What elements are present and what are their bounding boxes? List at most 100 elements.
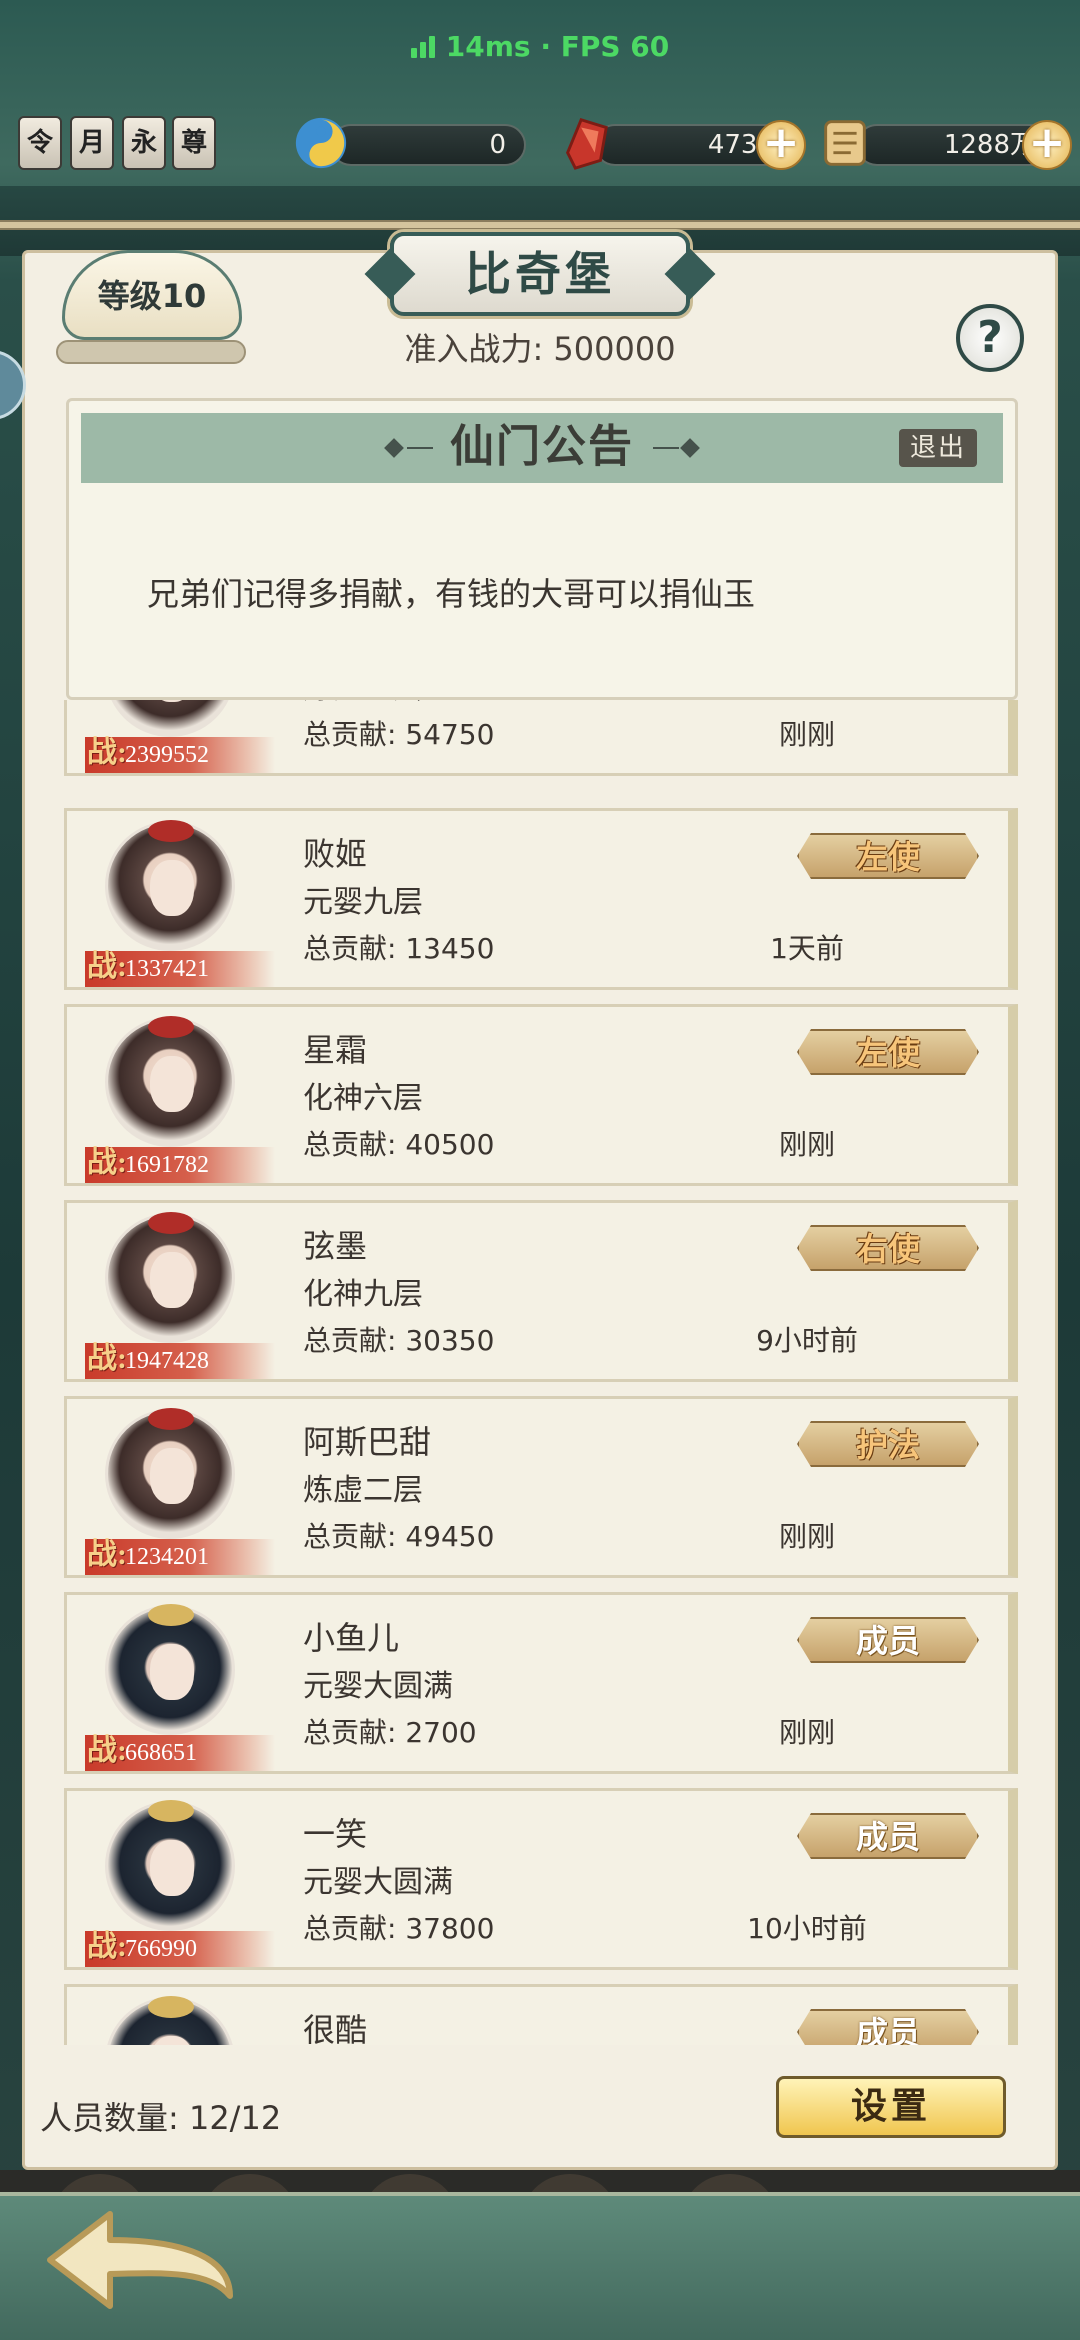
guild-level-text: 等级10 (97, 277, 207, 315)
resource-orb-text: 0 (489, 130, 506, 160)
guild-title-text: 比奇堡 (465, 247, 615, 301)
hair-ornament-icon (148, 1016, 194, 1038)
member-name: 很酷 (303, 2011, 368, 2045)
member-last-online: 9小时前 (756, 1324, 858, 1357)
member-contribution: 总贡献: 2700 (303, 1716, 477, 1749)
member-contribution: 总贡献: 30350 (303, 1324, 495, 1357)
member-contribution: 总贡献: 13450 (303, 932, 495, 965)
ping-fps-text: 14ms · FPS 60 (445, 30, 670, 63)
face-portrait (150, 860, 194, 916)
announcement-text: 兄弟们记得多捐献，有钱的大哥可以捐仙玉 (147, 575, 756, 613)
settings-button[interactable]: 设置 (776, 2076, 1006, 2138)
combat-value: 668651 (125, 1740, 197, 1766)
member-row[interactable]: 战:2399552 炼虚五层总贡献: 54750 刚刚 (64, 700, 1018, 776)
member-rank-badge: 成员 (797, 1617, 979, 1663)
member-rank-badge: 护法 (797, 1421, 979, 1467)
header-rail (0, 220, 1080, 230)
member-rank-badge: 成员 (797, 1813, 979, 1859)
member-row[interactable]: 战: 766990 一笑 元婴大圆满 总贡献: 37800 10小时前 成员 (64, 1788, 1018, 1970)
guild-title: 比奇堡 (390, 232, 690, 316)
member-last-online: 刚刚 (778, 1128, 835, 1161)
member-avatar[interactable] (105, 1408, 235, 1539)
settings-label: 设置 (850, 2086, 931, 2127)
member-avatar[interactable] (105, 820, 235, 951)
member-realm: 元婴大圆满 (303, 1865, 453, 1900)
member-row[interactable]: 战: 1337421 败姬 元婴九层 总贡献: 13450 1天前 左使 (64, 808, 1018, 990)
combat-prefix: 战: (87, 950, 127, 983)
face-portrait (150, 1840, 194, 1896)
add-jade-button[interactable]: + (756, 120, 806, 170)
network-status: 14ms · FPS 60 (0, 30, 1080, 65)
ornament-line-right (653, 447, 679, 449)
combat-prefix: 战: (87, 1146, 127, 1179)
combat-prefix: 战: (87, 736, 127, 769)
face-portrait (150, 1056, 194, 1112)
face-portrait (150, 2036, 194, 2045)
badge-zun[interactable]: 尊 (172, 116, 216, 170)
member-name: 弦墨 (303, 1227, 368, 1265)
member-realm: 炼虚二层 (303, 1473, 423, 1508)
member-last-online: 刚刚 (778, 1520, 835, 1553)
member-row[interactable]: 战: 1234201 阿斯巴甜 炼虚二层 总贡献: 49450 刚刚 护法 (64, 1396, 1018, 1578)
member-realm: 元婴大圆满 (303, 1669, 453, 1704)
combat-power-badge: 战: 1234201 (85, 1538, 275, 1575)
ornament-diamond-left-icon (384, 438, 404, 458)
help-button[interactable]: ? (956, 304, 1024, 372)
hair-ornament-icon (148, 1212, 194, 1234)
scroll-coin-icon (824, 120, 866, 166)
announcement-title: 仙门公告 (450, 421, 634, 472)
member-row[interactable]: 战: 1691782 星霜 化神六层 总贡献: 40500 刚刚 左使 (64, 1004, 1018, 1186)
member-name: 星霜 (303, 1031, 368, 1069)
hair-ornament-icon (148, 1800, 194, 1822)
member-rank-badge: 左使 (797, 1029, 979, 1075)
combat-power-badge: 战: 1947428 (85, 1342, 275, 1379)
combat-value: 1234201 (125, 1544, 209, 1570)
member-rank-badge: 左使 (797, 833, 979, 879)
member-row[interactable]: 战: 1947428 弦墨 化神九层 总贡献: 30350 9小时前 右使 (64, 1200, 1018, 1382)
member-row[interactable]: 战: 668651 小鱼儿 元婴大圆满 总贡献: 2700 刚刚 成员 (64, 1592, 1018, 1774)
resource-orb-value: 0 (330, 124, 526, 166)
red-jade-icon (566, 118, 608, 170)
combat-power-badge: 战: 668651 (85, 1734, 275, 1771)
badge-yong[interactable]: 永 (122, 116, 166, 170)
top-resource-bar: 令 月 永 尊 0 4733 + 1288万 + (0, 110, 1080, 186)
member-avatar[interactable] (105, 1800, 235, 1931)
member-name: 一笑 (303, 1815, 368, 1853)
member-rank-badge: 右使 (797, 1225, 979, 1271)
back-arrow-icon[interactable] (40, 2200, 240, 2320)
combat-power-badge: 战: 2399552 (85, 736, 275, 773)
member-last-online: 1天前 (770, 932, 844, 965)
hair-ornament-icon (148, 820, 194, 842)
combat-prefix: 战: (87, 1342, 127, 1375)
member-count: 人员数量: 12/12 (40, 2099, 282, 2137)
combat-value: 2399552 (125, 742, 209, 768)
announcement-header: 仙门公告 退出 (81, 413, 1003, 483)
combat-prefix: 战: (87, 1538, 127, 1571)
hair-ornament-icon (148, 1996, 194, 2018)
member-last-online: 刚刚 (778, 718, 835, 751)
member-avatar[interactable] (105, 1604, 235, 1735)
member-avatar[interactable] (105, 1996, 235, 2045)
hair-ornament-icon (148, 1408, 194, 1430)
member-avatar[interactable] (105, 1212, 235, 1343)
combat-power-badge: 战: 1691782 (85, 1146, 275, 1183)
exit-announcement-button[interactable]: 退出 (899, 429, 977, 467)
member-list[interactable]: 战:2399552炼虚五层总贡献: 54750刚刚战:1337421败姬元婴九层… (64, 700, 1018, 2045)
member-avatar[interactable] (105, 700, 235, 737)
combat-power-badge: 战: 1337421 (85, 950, 275, 987)
add-coin-button[interactable]: + (1022, 120, 1072, 170)
badge-yue[interactable]: 月 (70, 116, 114, 170)
face-portrait (150, 1644, 194, 1700)
member-contribution: 总贡献: 49450 (303, 1520, 495, 1553)
badge-ling[interactable]: 令 (18, 116, 62, 170)
ornament-diamond-right-icon (680, 438, 700, 458)
member-realm: 元婴九层 (303, 885, 423, 920)
help-icon: ? (977, 312, 1003, 363)
member-contribution: 总贡献: 54750 (303, 718, 495, 751)
member-avatar[interactable] (105, 1016, 235, 1147)
ornament-line-left (407, 447, 433, 449)
announcement-box: 仙门公告 退出 兄弟们记得多捐献，有钱的大哥可以捐仙玉 (66, 398, 1018, 700)
member-name: 小鱼儿 (303, 1619, 400, 1657)
member-row[interactable]: 很酷 成员 (64, 1984, 1018, 2045)
combat-value: 1691782 (125, 1152, 209, 1178)
